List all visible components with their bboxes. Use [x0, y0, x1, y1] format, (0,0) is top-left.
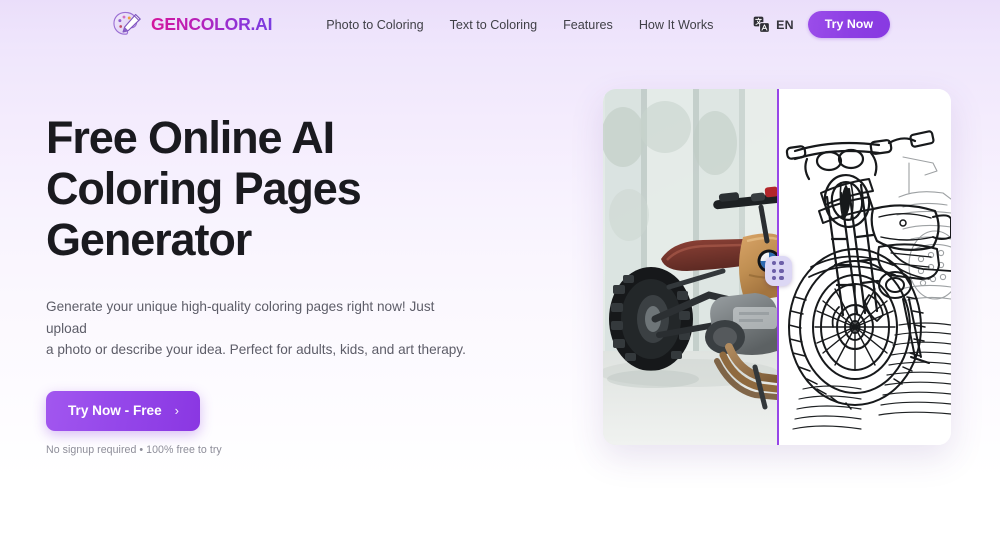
drag-handle-dots-icon[interactable]	[764, 256, 792, 286]
before-after-compare-slider[interactable]	[603, 89, 951, 445]
hero-try-now-free-button[interactable]: Try Now - Free ›	[46, 390, 201, 432]
handle-dot	[771, 268, 777, 273]
handle-dot	[771, 261, 777, 266]
handle-dot	[779, 276, 784, 281]
site-header: GENCOLOR.AI Photo to Coloring Text to Co…	[0, 0, 1000, 49]
header-try-now-button[interactable]: Try Now	[807, 10, 890, 39]
brand-name: GENCOLOR.AI	[151, 14, 273, 34]
brand-logo-link[interactable]: GENCOLOR.AI	[112, 10, 272, 40]
hero-subheadline: Generate your unique high-quality colori…	[46, 299, 466, 357]
translate-icon	[753, 16, 770, 33]
main-navigation: Photo to Coloring Text to Coloring Featu…	[313, 12, 726, 38]
language-label: EN	[776, 17, 794, 32]
handle-dot	[771, 276, 777, 281]
after-lineart-side	[777, 89, 951, 445]
cta-label: Try Now - Free	[68, 402, 162, 418]
chevron-right-icon: ›	[174, 402, 180, 418]
page-title: Free Online AI Coloring Pages Generator	[46, 112, 362, 265]
language-switcher[interactable]: EN	[747, 12, 800, 37]
before-photo-side	[603, 89, 777, 445]
hero-content: Free Online AI Coloring Pages Generator …	[46, 112, 546, 456]
header-actions: EN Try Now	[747, 10, 890, 39]
nav-features[interactable]: Features	[550, 12, 626, 38]
palette-brush-icon	[112, 10, 142, 40]
handle-dot	[779, 268, 784, 273]
handle-dot	[779, 261, 784, 266]
nav-photo-to-coloring[interactable]: Photo to Coloring	[313, 12, 436, 38]
nav-how-it-works[interactable]: How It Works	[626, 12, 727, 38]
nav-text-to-coloring[interactable]: Text to Coloring	[437, 12, 551, 38]
cta-note: No signup required • 100% free to try	[46, 444, 222, 457]
